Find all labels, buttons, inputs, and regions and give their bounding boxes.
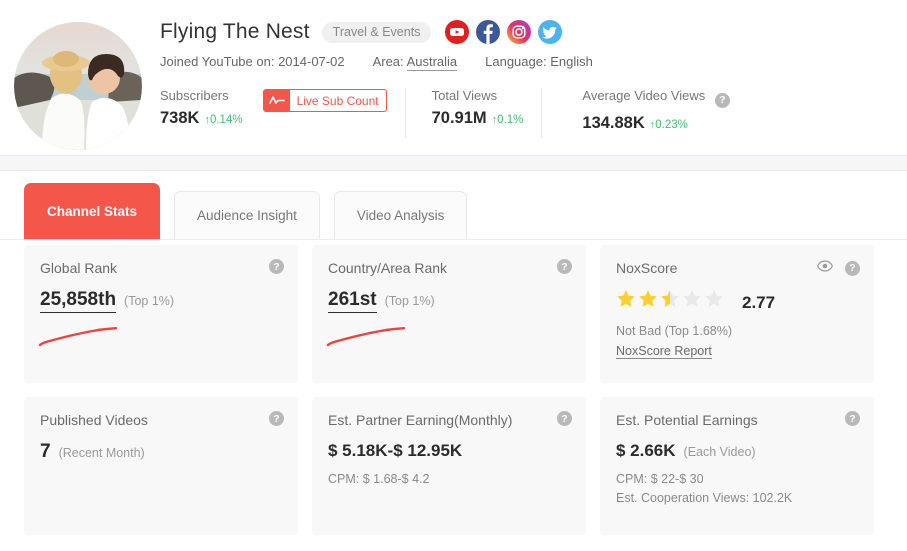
help-icon[interactable]: ?: [269, 411, 284, 426]
card-row: Global Rank ? 25,858th (Top 1%) Country/…: [24, 245, 886, 383]
facebook-icon[interactable]: [476, 20, 501, 44]
avatar[interactable]: [14, 22, 142, 150]
card-country-rank: Country/Area Rank ? 261st (Top 1%): [312, 245, 586, 383]
card-noxscore: NoxScore ? 2.77 Not Bad (Top 1.68%) NoxS…: [600, 245, 874, 383]
channel-profile-page: Flying The Nest Travel & Events Joined Y…: [0, 0, 907, 551]
section-divider: [0, 155, 907, 171]
category-badge: Travel & Events: [321, 21, 432, 43]
star-icon: [617, 290, 635, 307]
partner-earning-cpm: CPM: $ 1.68-$ 4.2: [328, 472, 430, 486]
potential-earnings-cpm: CPM: $ 22-$ 30: [616, 472, 704, 486]
stat-value: 134.88K ↑0.23%: [582, 114, 730, 133]
stat-label: Subscribers: [160, 88, 229, 103]
meta-row: Joined YouTube on: 2014-07-02 Area: Aust…: [160, 54, 593, 71]
partner-earning-value: $ 5.18K-$ 12.95K: [328, 441, 463, 460]
stat-label-text: Average Video Views: [582, 88, 706, 103]
card-published-videos: Published Videos ? 7 (Recent Month): [24, 397, 298, 535]
delta-value: 0.1%: [497, 114, 524, 126]
noxscore-value: 2.77: [742, 293, 776, 312]
stat-number: 134.88K: [582, 113, 645, 132]
instagram-icon[interactable]: [507, 20, 532, 44]
stat-subscribers: Subscribers 738K ↑0.14% Live Sub Count: [160, 88, 405, 138]
card-title: Est. Potential Earnings: [616, 412, 758, 428]
tab-video-analysis[interactable]: Video Analysis: [333, 191, 468, 239]
card-potential-earnings: Est. Potential Earnings ? $ 2.66K (Each …: [600, 397, 874, 535]
country-rank-value: 261st: [328, 289, 377, 313]
stat-total-views: Total Views 70.91M ↑0.1%: [404, 88, 542, 138]
delta-value: 0.14%: [209, 114, 243, 126]
delta-value: 0.23%: [655, 118, 688, 131]
help-icon[interactable]: ?: [557, 259, 572, 274]
stat-number: 70.91M: [431, 109, 487, 127]
tab-underline: [0, 239, 907, 240]
stat-delta: ↑0.1%: [492, 114, 524, 126]
country-rank-note: (Top 1%): [384, 294, 435, 308]
stat-average-video-views: Average Video Views ? 134.88K ↑0.23%: [541, 88, 748, 138]
stat-value: 738K ↑0.14%: [160, 109, 243, 128]
card-title: Global Rank: [40, 260, 118, 276]
help-icon[interactable]: ?: [845, 411, 860, 426]
area-label: Area:: [372, 54, 404, 69]
social-links: [445, 20, 563, 44]
stat-delta: ↑0.23%: [650, 119, 688, 131]
star-half-icon: [661, 290, 679, 307]
card-row: Published Videos ? 7 (Recent Month) Est.…: [24, 397, 886, 535]
sparkline-chart: [326, 322, 406, 353]
title-row: Flying The Nest Travel & Events: [160, 20, 563, 44]
stats-cards: Global Rank ? 25,858th (Top 1%) Country/…: [24, 245, 886, 535]
tab-audience-insight[interactable]: Audience Insight: [174, 191, 320, 239]
live-sub-count-label: Live Sub Count: [296, 93, 379, 108]
published-videos-value: 7: [40, 441, 51, 462]
cooperation-views: Est. Cooperation Views: 102.2K: [616, 491, 793, 505]
live-sub-count-button[interactable]: Live Sub Count: [262, 89, 387, 112]
published-videos-note: (Recent Month): [58, 446, 145, 460]
area-field: Area: Australia: [372, 54, 458, 71]
joined-date: Joined YouTube on: 2014-07-02: [160, 54, 345, 69]
card-title: Country/Area Rank: [328, 260, 448, 276]
card-partner-earning: Est. Partner Earning(Monthly) ? $ 5.18K-…: [312, 397, 586, 535]
global-rank-note: (Top 1%): [124, 294, 175, 308]
sparkline-chart: [38, 322, 118, 353]
stat-number: 738K: [160, 109, 200, 127]
star-icon: [639, 290, 657, 307]
star-icon: [705, 290, 723, 307]
global-rank-value: 25,858th: [40, 289, 117, 313]
eye-icon[interactable]: [817, 259, 833, 277]
stat-label: Average Video Views ?: [582, 88, 730, 108]
help-icon[interactable]: ?: [557, 411, 572, 426]
help-icon[interactable]: ?: [845, 260, 860, 276]
card-title: Published Videos: [40, 412, 148, 428]
page-title: Flying The Nest: [160, 20, 310, 43]
card-global-rank: Global Rank ? 25,858th (Top 1%): [24, 245, 298, 383]
channel-header: Flying The Nest Travel & Events Joined Y…: [0, 0, 907, 155]
header-stats: Subscribers 738K ↑0.14% Live Sub Count To…: [160, 88, 748, 138]
youtube-icon[interactable]: [445, 20, 470, 44]
potential-earnings-note: (Each Video): [683, 445, 756, 459]
stat-value: 70.91M ↑0.1%: [432, 109, 524, 128]
help-icon[interactable]: ?: [714, 92, 730, 108]
twitter-icon[interactable]: [538, 20, 563, 44]
star-icon: [683, 290, 701, 307]
tab-channel-stats[interactable]: Channel Stats: [24, 183, 161, 239]
tab-bar: Channel Stats Audience Insight Video Ana…: [0, 171, 907, 240]
avatar-photo: [14, 22, 142, 150]
noxscore-report-link[interactable]: NoxScore Report: [616, 344, 712, 359]
star-rating: [616, 289, 724, 308]
stat-label: Total Views: [431, 88, 498, 103]
pulse-icon: [263, 90, 290, 111]
potential-earnings-value: $ 2.66K: [616, 441, 676, 460]
area-value[interactable]: Australia: [406, 54, 458, 71]
noxscore-description: Not Bad (Top 1.68%): [616, 324, 733, 338]
card-title: Est. Partner Earning(Monthly): [328, 412, 513, 428]
help-icon[interactable]: ?: [269, 259, 284, 274]
stat-delta: ↑0.14%: [204, 114, 242, 126]
language-field: Language: English: [485, 54, 593, 69]
